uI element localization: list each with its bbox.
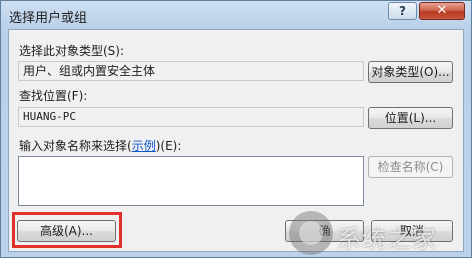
advanced-button-highlight [12,212,122,248]
watermark-logo [289,211,333,255]
object-names-input[interactable] [18,156,364,206]
object-type-label: 选择此对象类型(S): [19,44,125,58]
locations-button[interactable]: 位置(L)... [368,107,453,129]
object-names-label-prefix: 输入对象名称来选择( [19,139,132,153]
dialog-title: 选择用户或组 [9,11,88,26]
examples-link[interactable]: 示例 [132,139,156,153]
title-bar[interactable]: 选择用户或组 ? ✕ [1,1,471,29]
object-names-label-suffix: )(E): [155,139,182,153]
close-icon: ✕ [436,3,448,18]
check-names-button[interactable]: 检查名称(C) [368,156,453,178]
object-names-label: 输入对象名称来选择(示例)(E): [19,137,181,154]
location-label: 查找位置(F): [19,89,88,103]
help-icon: ? [399,4,406,18]
location-field: HUANG-PC [18,107,364,127]
watermark-text: 系统之家 [337,225,437,253]
object-types-button[interactable]: 对象类型(O)... [368,61,453,83]
close-button[interactable]: ✕ [419,2,465,20]
object-type-field: 用户、组或内置安全主体 [18,61,364,81]
select-users-or-groups-dialog: 选择用户或组 ? ✕ 选择此对象类型(S): 用户、组或内置安全主体 对象类型(… [0,0,472,258]
help-button[interactable]: ? [388,2,417,20]
